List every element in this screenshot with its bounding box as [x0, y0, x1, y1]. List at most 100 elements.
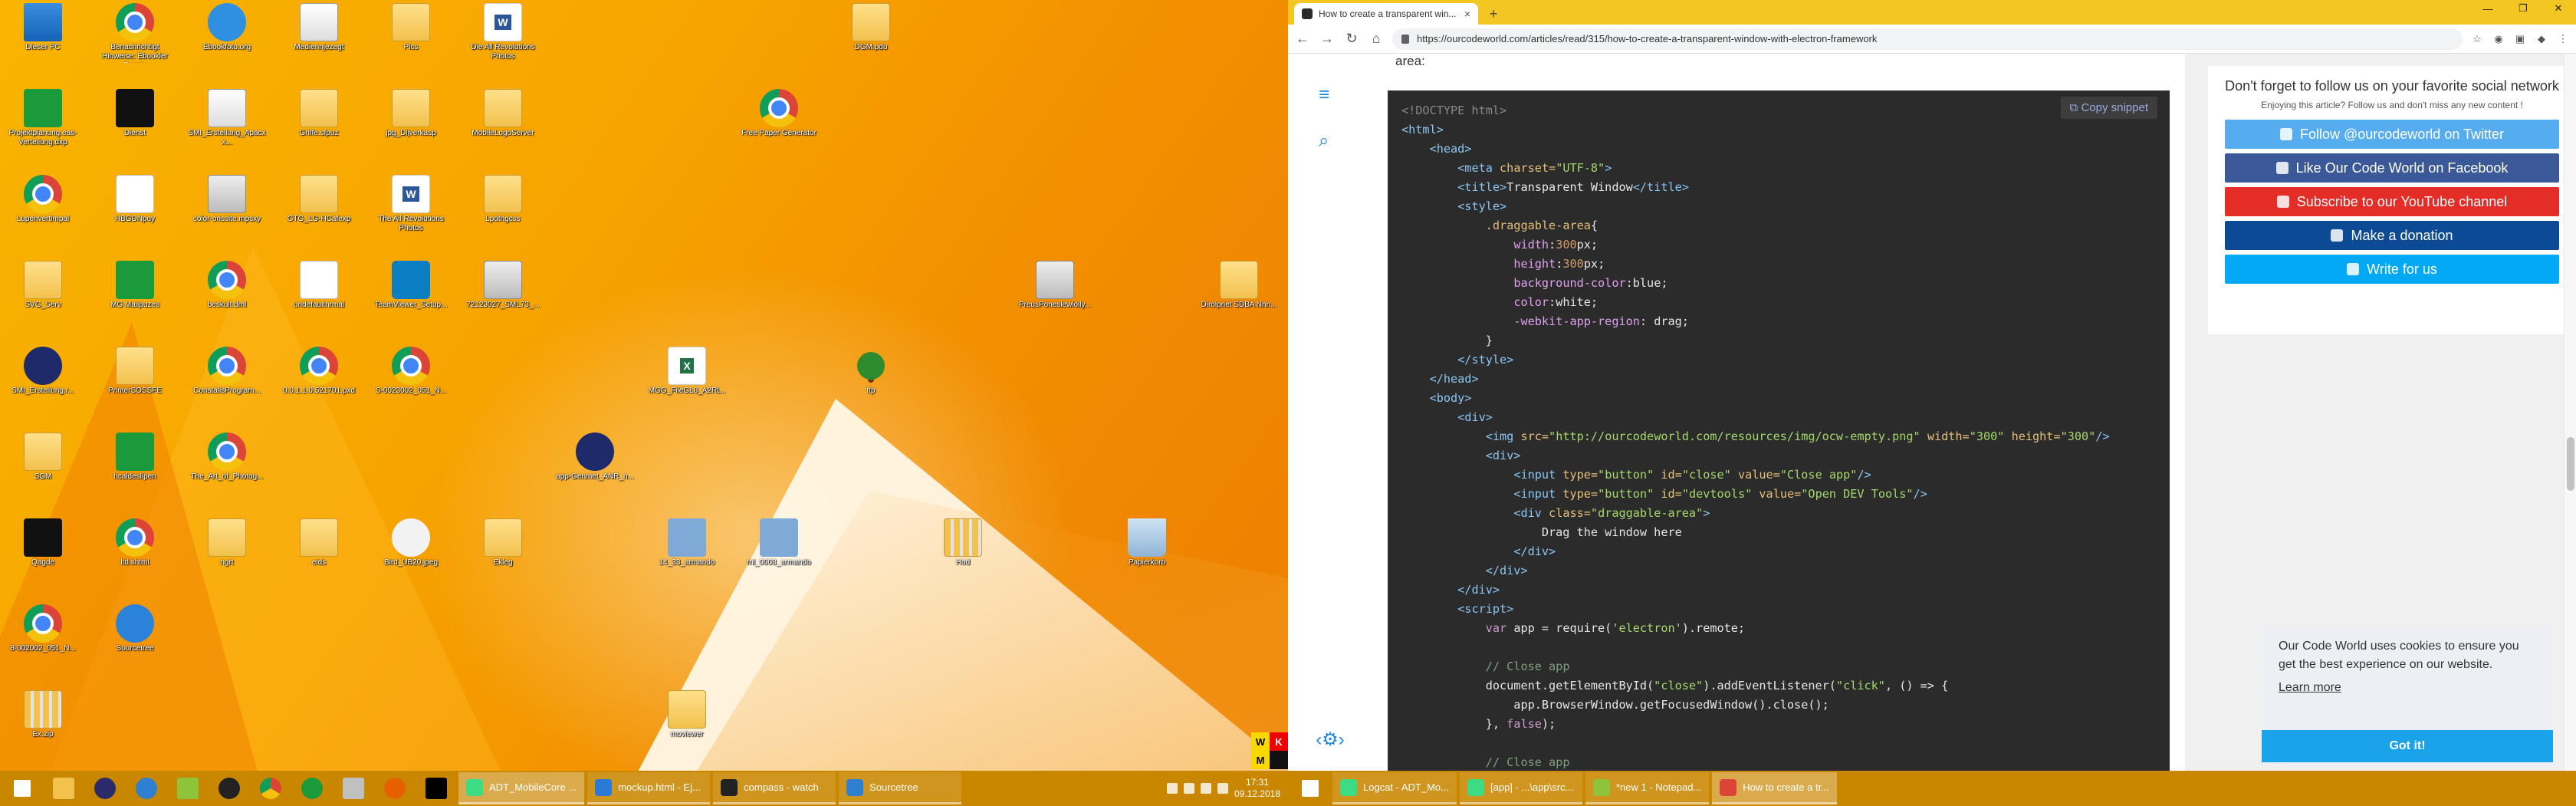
desktop-icon[interactable]: beskult.dml: [187, 261, 267, 310]
desktop-icon[interactable]: Dieser PC: [3, 3, 83, 52]
browser-tab[interactable]: How to create a transparent win... ×: [1294, 3, 1478, 25]
app-icon[interactable]: [86, 772, 124, 804]
learn-more-link[interactable]: Learn more: [2279, 679, 2536, 697]
desktop-icon[interactable]: Papierkorb: [1107, 518, 1187, 567]
home-icon[interactable]: ⌂: [1368, 31, 1385, 47]
social-button[interactable]: Make a donation: [2225, 221, 2559, 250]
scrollbar-thumb[interactable]: [2567, 437, 2574, 491]
tray-icon[interactable]: [1183, 783, 1194, 794]
close-window-button[interactable]: ✕: [2541, 0, 2576, 17]
desktop-icon[interactable]: Lupenvertimpal: [3, 175, 83, 224]
copy-snippet-button[interactable]: ⧉ Copy snippet: [2060, 97, 2157, 119]
desktop-icon[interactable]: Lpdtngcss: [463, 175, 543, 224]
desktop-icon[interactable]: TeamViewer_Setup...: [371, 261, 451, 310]
tray-icon[interactable]: [1166, 783, 1178, 794]
desktop-icon[interactable]: Bird_UB20.jpeg: [371, 518, 451, 567]
desktop-icon[interactable]: SVG_Serv: [3, 261, 83, 310]
desktop-icon[interactable]: PrinterSOSSFE: [95, 347, 175, 396]
desktop-icon[interactable]: color-onssite.mpsxy: [187, 175, 267, 224]
taskbar-window-button[interactable]: ADT_MobileCore ...: [458, 772, 585, 804]
desktop-icon[interactable]: moviewer: [647, 690, 727, 739]
desktop-icon[interactable]: Sourcetree: [95, 604, 175, 653]
address-bar[interactable]: https://ourcodeworld.com/articles/read/3…: [1392, 28, 2463, 50]
search-icon[interactable]: ⌕: [1319, 130, 1329, 152]
intellij-icon[interactable]: [417, 772, 455, 804]
desktop-icon[interactable]: undefaultnrmal: [279, 261, 359, 310]
taskbar-window-button[interactable]: Logcat - ADT_Mo...: [1332, 772, 1457, 804]
desktop-icon[interactable]: ngrt: [187, 518, 267, 567]
desktop-icon[interactable]: The All Revolutions Photos: [371, 175, 451, 233]
taskbar-window-button[interactable]: Sourcetree: [839, 772, 962, 804]
desktop-icon[interactable]: ltd.shtml: [95, 518, 175, 567]
explorer-icon[interactable]: [44, 772, 83, 804]
desktop-icon[interactable]: eids: [279, 518, 359, 567]
app-icon[interactable]: [334, 772, 373, 804]
desktop-icon[interactable]: Mediennjezegt: [279, 3, 359, 52]
desktop-icon[interactable]: Projektplanung.eas-Verteilung.dxp: [3, 89, 83, 147]
hamburger-menu-icon[interactable]: ≡: [1319, 84, 1329, 106]
page-nav-arrows[interactable]: ‹⚙›: [1288, 729, 1372, 751]
taskbar-window-button[interactable]: [app] - ...\app\src...: [1460, 772, 1582, 804]
desktop-icon[interactable]: ml_0008_armando: [739, 518, 819, 567]
extension-icon[interactable]: ▣: [2513, 32, 2527, 46]
new-tab-button[interactable]: +: [1483, 3, 1504, 25]
social-button[interactable]: Write for us: [2225, 255, 2559, 284]
desktop-icon[interactable]: Die All Revolutions Photos: [463, 3, 543, 61]
desktop-icon[interactable]: 0.0.1.1.0.521701.pxd: [279, 347, 359, 396]
tab-close-icon[interactable]: ×: [1464, 8, 1470, 20]
desktop-icon[interactable]: ftp: [831, 347, 911, 396]
chrome-icon[interactable]: [251, 772, 290, 804]
maximize-button[interactable]: ❐: [2505, 0, 2541, 17]
extension-icon[interactable]: ◆: [2535, 32, 2548, 46]
forward-icon[interactable]: →: [1319, 31, 1336, 47]
star-icon[interactable]: ☆: [2470, 32, 2484, 46]
desktop-icon[interactable]: SGM: [3, 433, 83, 482]
social-button[interactable]: Subscribe to our YouTube channel: [2225, 187, 2559, 216]
desktop-icon[interactable]: hcaldesllpen: [95, 433, 175, 482]
minimize-button[interactable]: —: [2470, 0, 2505, 17]
desktop-icon[interactable]: MobileLogoServer: [463, 89, 543, 138]
app-icon[interactable]: [210, 772, 248, 804]
sourcetree-icon[interactable]: [127, 772, 166, 804]
back-icon[interactable]: ←: [1294, 31, 1311, 47]
desktop-icon[interactable]: Griffe.sfpuz: [279, 89, 359, 138]
got-it-button[interactable]: Got it!: [2262, 730, 2553, 762]
extension-icon[interactable]: ◉: [2492, 32, 2505, 46]
social-button[interactable]: Like Our Code World on Facebook: [2225, 153, 2559, 183]
desktop-icon[interactable]: SMI_Erstellung_Apacxx...: [187, 89, 267, 147]
desktop-icon[interactable]: ConstallsProgram...: [187, 347, 267, 396]
desktop-icon[interactable]: 14_33_armando: [647, 518, 727, 567]
firefox-icon[interactable]: [376, 772, 414, 804]
desktop-icon[interactable]: 8-002002_051_N...: [3, 604, 83, 653]
start-button[interactable]: [1291, 772, 1329, 804]
volume-icon[interactable]: [1217, 783, 1228, 794]
desktop-icon[interactable]: Ekleg: [463, 518, 543, 567]
desktop-icon[interactable]: PreusPoneslewlolly...: [1015, 261, 1095, 310]
notepad-plus-icon[interactable]: [169, 772, 207, 804]
desktop-icon[interactable]: S-0023002_051_N...: [371, 347, 451, 396]
taskbar-window-button[interactable]: compass - watch: [713, 772, 836, 804]
desktop-icon[interactable]: Ex.zip: [3, 690, 83, 739]
reload-icon[interactable]: ↻: [1343, 31, 1360, 47]
desktop-icon[interactable]: The_Art_of_Photog...: [187, 433, 267, 482]
scrollbar[interactable]: [2564, 54, 2576, 771]
desktop-icon[interactable]: 72123027_SML73_...: [463, 261, 543, 310]
desktop-icon[interactable]: HBGDNpoy: [95, 175, 175, 224]
desktop-icon[interactable]: GTG_LG-HCafexp: [279, 175, 359, 224]
desktop-icon[interactable]: app-Genmet_ANR_n...: [555, 433, 635, 482]
desktop-icon[interactable]: MGG_FileGL8_A2RL..: [647, 347, 727, 396]
desktop-icon[interactable]: SMI_Erstellung.r...: [3, 347, 83, 396]
desktop-icon[interactable]: MG Mailpuzes: [95, 261, 175, 310]
taskbar-window-button[interactable]: mockup.html - Ej...: [587, 772, 711, 804]
desktop-icon[interactable]: jpg_Dijverkasp: [371, 89, 451, 138]
taskbar-window-button[interactable]: *new 1 - Notepad...: [1585, 772, 1710, 804]
desktop-icon[interactable]: Qagde: [3, 518, 83, 567]
desktop-icon[interactable]: Hod: [923, 518, 1003, 567]
desktop-icon[interactable]: Dirolpnet SDBA Nnn...: [1199, 261, 1279, 310]
clock[interactable]: 17:31 09.12.2018: [1234, 777, 1280, 800]
tray-icon[interactable]: [1200, 783, 1211, 794]
desktop-icon[interactable]: DGM.pdu: [831, 3, 911, 52]
social-button[interactable]: Follow @ourcodeworld on Twitter: [2225, 120, 2559, 149]
app-icon[interactable]: [293, 772, 331, 804]
desktop-icon[interactable]: Ebookfoto.org: [187, 3, 267, 52]
